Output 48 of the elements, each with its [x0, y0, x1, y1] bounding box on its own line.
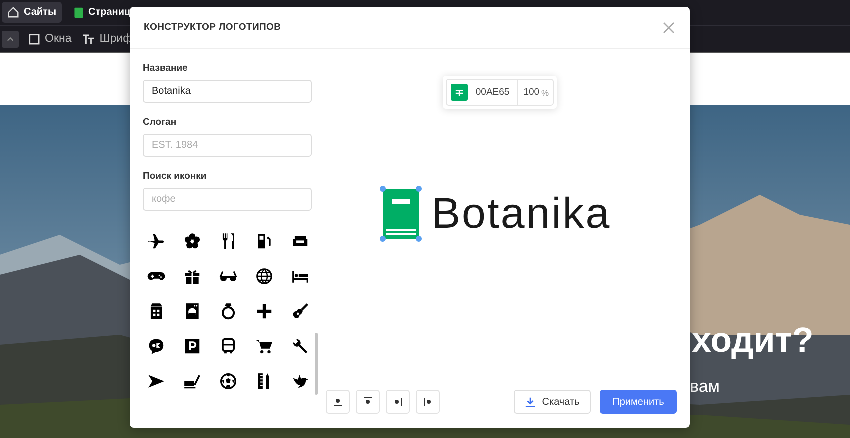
field-label: Поиск иконки: [143, 171, 208, 182]
guitar-icon[interactable]: [290, 302, 310, 321]
soccer-ball-icon[interactable]: [218, 372, 238, 391]
align-button[interactable]: [356, 390, 380, 414]
flower-icon[interactable]: [182, 232, 202, 251]
palette-icon: [454, 88, 464, 97]
apply-button[interactable]: Применить: [600, 390, 677, 414]
collapse-button[interactable]: [2, 30, 19, 48]
align-left-icon: [422, 396, 434, 408]
download-button[interactable]: Скачать: [514, 390, 591, 414]
pages-icon: [72, 6, 84, 20]
text-icon: [82, 34, 95, 44]
field-label: Название: [143, 63, 189, 74]
close-icon: [662, 20, 676, 34]
toolbar-button[interactable]: Окна: [29, 33, 72, 45]
globe-icon[interactable]: [254, 267, 274, 286]
cart-icon[interactable]: [254, 337, 274, 356]
field-label: Слоган: [143, 117, 178, 128]
caret-icon: [6, 34, 15, 44]
color-picker[interactable]: 00AE65 100 %: [446, 79, 554, 106]
download-icon: [525, 396, 536, 408]
search-field[interactable]: кофе: [143, 188, 312, 211]
dialog-title: КОНСТРУКТОР ЛОГОТИПОВ: [144, 22, 282, 33]
percent-sign: %: [542, 88, 550, 98]
plus-icon[interactable]: [254, 302, 274, 321]
logo-icon[interactable]: [382, 189, 419, 239]
input-field[interactable]: EST. 1984: [143, 134, 312, 157]
speech-bubble-icon[interactable]: [146, 337, 166, 356]
align-button[interactable]: [416, 390, 440, 414]
color-hex: 00AE65: [472, 80, 518, 105]
input-field[interactable]: Botanika: [143, 80, 312, 103]
send-icon[interactable]: [146, 372, 166, 391]
home-icon: [7, 6, 20, 19]
align-button[interactable]: [386, 390, 410, 414]
opacity-value: 100: [524, 87, 540, 98]
window-icon: [29, 34, 40, 44]
color-swatch[interactable]: [450, 84, 468, 101]
align-button[interactable]: [326, 390, 350, 414]
scrollbar[interactable]: [315, 333, 318, 395]
parking-icon[interactable]: [182, 337, 202, 356]
align-bottom-icon: [332, 396, 344, 408]
wrench-icon[interactable]: [290, 337, 310, 356]
nav-tab[interactable]: Страниц: [68, 2, 136, 23]
nav-tab[interactable]: Сайты: [2, 2, 62, 23]
hero-subtitle: вам: [690, 377, 720, 397]
align-right-icon: [392, 396, 404, 408]
logo-name[interactable]: Botanika: [432, 190, 612, 238]
plane-icon[interactable]: [146, 232, 166, 251]
